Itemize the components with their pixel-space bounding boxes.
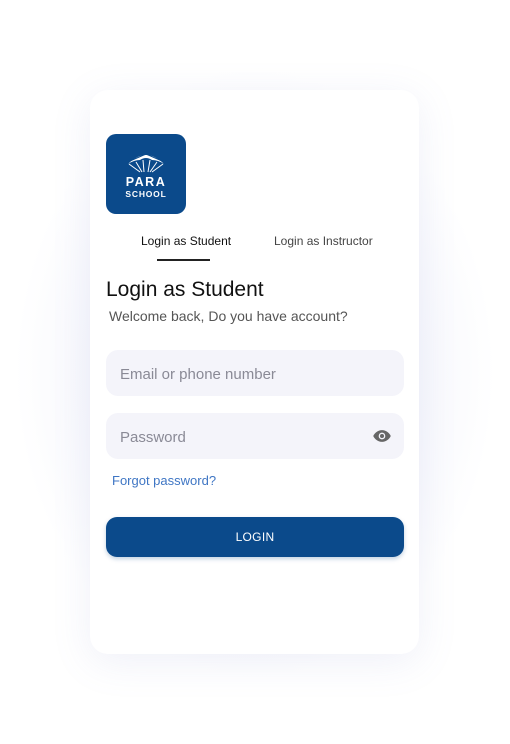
active-tab-indicator <box>157 259 210 261</box>
parachute-icon: PARA SCHOOL <box>125 153 167 199</box>
logo-text-line2: SCHOOL <box>125 189 166 199</box>
login-button[interactable]: LOGIN <box>106 517 404 557</box>
logo-text-line1: PARA <box>126 175 167 189</box>
eye-icon[interactable] <box>372 426 392 446</box>
login-tabs: Login as Student Login as Instructor <box>106 230 404 262</box>
email-input[interactable] <box>118 350 362 398</box>
page-background: PARA SCHOOL Login as Student Login as In… <box>0 0 510 744</box>
page-subtitle: Welcome back, Do you have account? <box>109 308 348 324</box>
para-school-logo: PARA SCHOOL <box>106 134 186 214</box>
tab-login-as-student[interactable]: Login as Student <box>141 234 231 248</box>
password-input[interactable] <box>118 413 362 461</box>
login-card: PARA SCHOOL Login as Student Login as In… <box>90 90 419 654</box>
tab-login-as-instructor[interactable]: Login as Instructor <box>274 234 373 248</box>
forgot-password-link[interactable]: Forgot password? <box>112 473 216 488</box>
email-field-container <box>106 350 404 398</box>
page-title: Login as Student <box>106 278 264 301</box>
password-field-container <box>106 413 404 461</box>
